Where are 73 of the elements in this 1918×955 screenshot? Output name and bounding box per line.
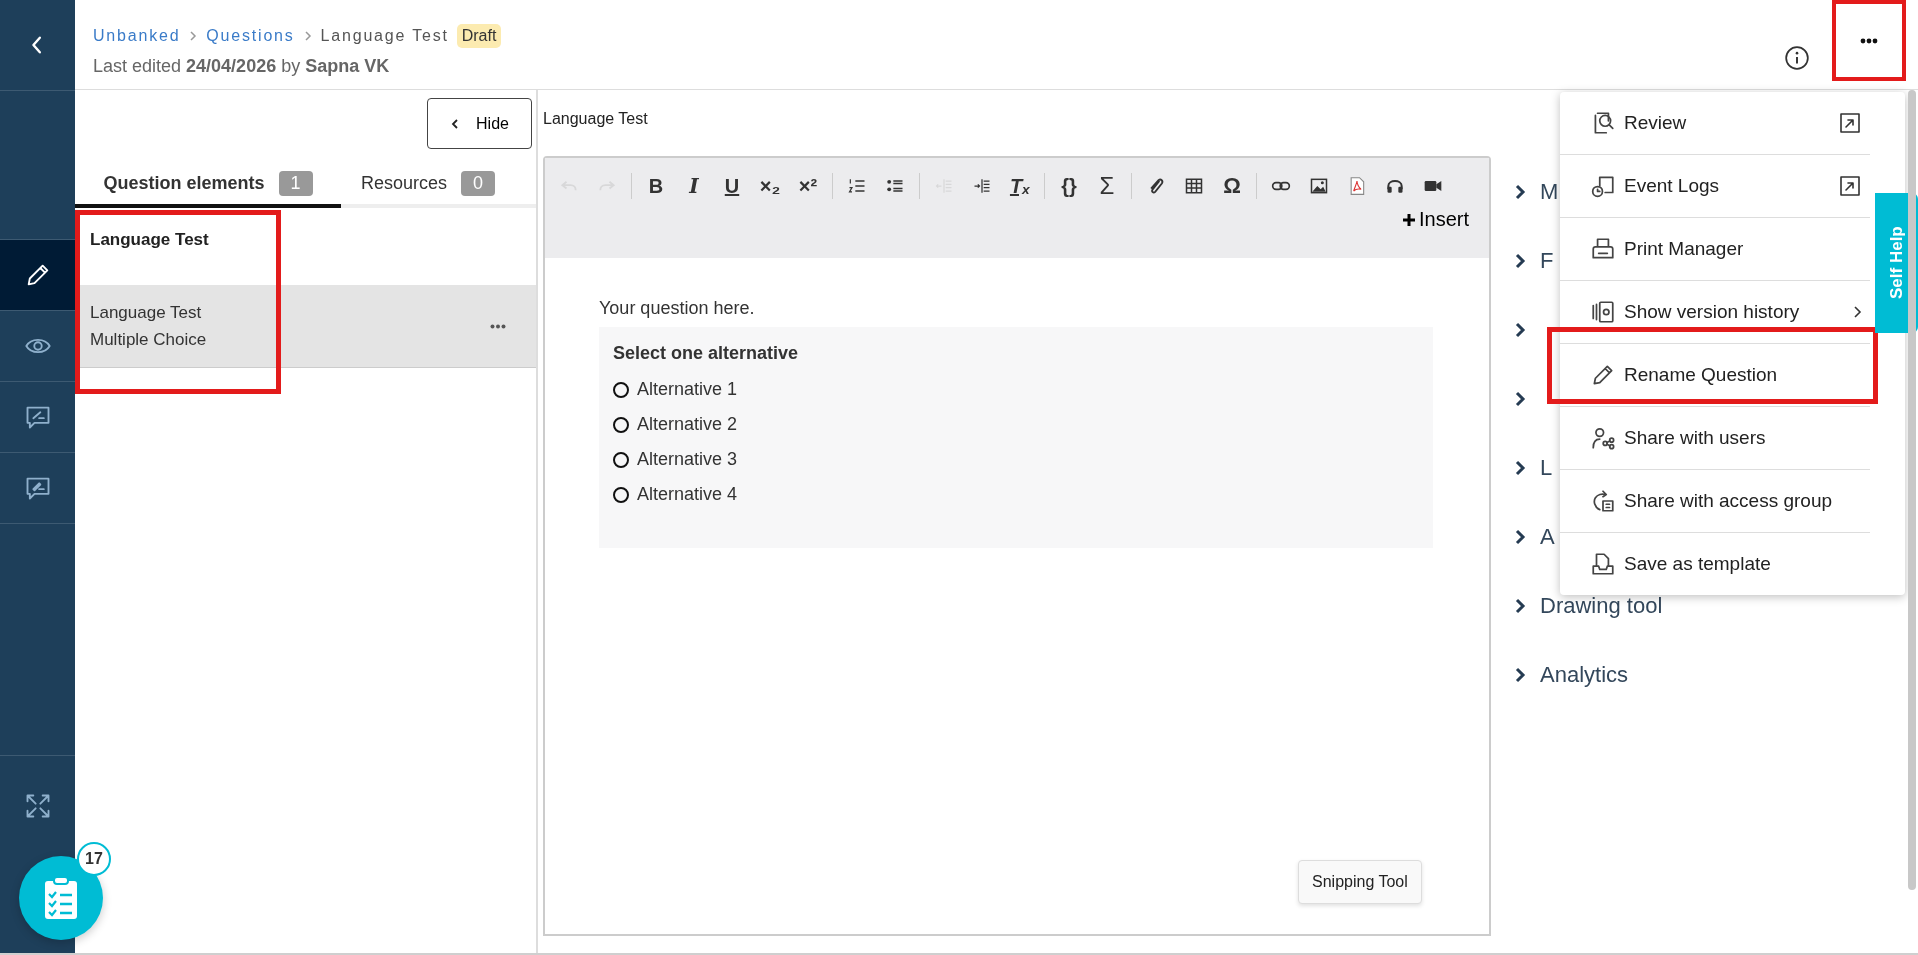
menu-item[interactable]: Show version history [1560, 281, 1870, 344]
more-button[interactable] [1832, 0, 1906, 81]
menu-item[interactable]: Review [1560, 92, 1870, 155]
printer-icon [1590, 236, 1616, 262]
section-header[interactable]: M [1540, 178, 1559, 205]
clear-format-button[interactable]: Tₓ [1002, 170, 1038, 202]
section-header[interactable]: A [1540, 523, 1555, 550]
insert-button[interactable]: Insert [1401, 208, 1469, 231]
rail-button[interactable] [0, 240, 75, 311]
plus-icon [1401, 212, 1416, 227]
count-badge: 17 [77, 842, 111, 876]
share-group-icon [1590, 488, 1616, 514]
menu-item[interactable]: Print Manager [1560, 218, 1870, 281]
version-history-icon [1590, 299, 1616, 325]
menu-item[interactable]: Share with access group [1560, 470, 1870, 533]
alternative-label: Alternative 4 [637, 484, 738, 505]
tooltip: Snipping Tool [1298, 860, 1422, 904]
alternative-label: Alternative 1 [637, 379, 738, 400]
underline-button[interactable]: U [714, 170, 750, 202]
scrollbar[interactable] [1908, 90, 1916, 890]
chevron-icon[interactable] [1514, 666, 1526, 683]
radio-button[interactable] [613, 451, 629, 468]
editor-title: Language Test [543, 109, 649, 129]
more-icon[interactable] [490, 323, 506, 329]
chevron-icon[interactable] [1514, 390, 1526, 407]
bold-button[interactable]: B [638, 170, 674, 202]
radio-button[interactable] [613, 416, 629, 433]
breadcrumb-link[interactable]: Questions [206, 27, 295, 45]
tab[interactable]: Question elements 1 [75, 171, 341, 208]
info-icon[interactable] [1784, 45, 1810, 71]
element-type: Multiple Choice [90, 329, 207, 351]
chevron-icon[interactable] [1514, 528, 1526, 545]
braces-button[interactable]: {} [1051, 170, 1087, 202]
question-text: Your question here. [599, 298, 756, 319]
template-icon [1590, 551, 1616, 577]
chevron-icon [302, 30, 313, 42]
sigma-button[interactable]: Σ [1089, 170, 1125, 202]
chevron-icon[interactable] [1514, 321, 1526, 338]
radio-button[interactable] [613, 381, 629, 398]
event-log-icon [1590, 173, 1616, 199]
radio-button[interactable] [613, 486, 629, 503]
subscript-button[interactable]: ×₂ [752, 170, 788, 202]
hide-button[interactable]: Hide [427, 98, 532, 149]
section-header[interactable]: L [1540, 454, 1553, 481]
tab[interactable]: Resources 0 [341, 171, 496, 208]
menu-item[interactable]: Share with users [1560, 407, 1870, 470]
instruction-text: Select one alternative [613, 343, 800, 364]
breadcrumb-current: Language Test [320, 27, 449, 45]
chevron-icon[interactable] [1514, 597, 1526, 614]
section-title: Language Test [89, 229, 210, 251]
omega-button[interactable]: Ω [1214, 170, 1250, 202]
more-icon [1860, 37, 1878, 44]
clipboard-icon [43, 876, 79, 920]
section-header[interactable]: Drawing tool [1540, 592, 1663, 619]
menu-item[interactable]: Event Logs [1560, 155, 1870, 218]
italic-button[interactable]: I [676, 170, 712, 202]
superscript-button[interactable]: ×² [790, 170, 826, 202]
element-title: Language Test [90, 302, 203, 324]
menu-item[interactable]: Save as template [1560, 533, 1870, 595]
status-badge: Draft [456, 24, 502, 48]
share-users-icon [1590, 425, 1616, 451]
breadcrumb-link[interactable]: Unbanked [93, 27, 181, 45]
menu-item[interactable]: Rename Question [1560, 344, 1870, 407]
chevron-icon[interactable] [1514, 252, 1526, 269]
chevron-icon [450, 117, 461, 130]
alternative-label: Alternative 3 [637, 449, 738, 470]
alternative-label: Alternative 2 [637, 414, 738, 435]
chevron-icon[interactable] [1514, 459, 1526, 476]
last-edited-text: Last edited 24/04/2026 by Sapna VK [93, 56, 391, 77]
chevron-icon[interactable] [1514, 183, 1526, 200]
chevron-icon [188, 30, 199, 42]
section-header[interactable]: Analytics [1540, 661, 1629, 688]
section-header[interactable]: F [1540, 247, 1554, 274]
